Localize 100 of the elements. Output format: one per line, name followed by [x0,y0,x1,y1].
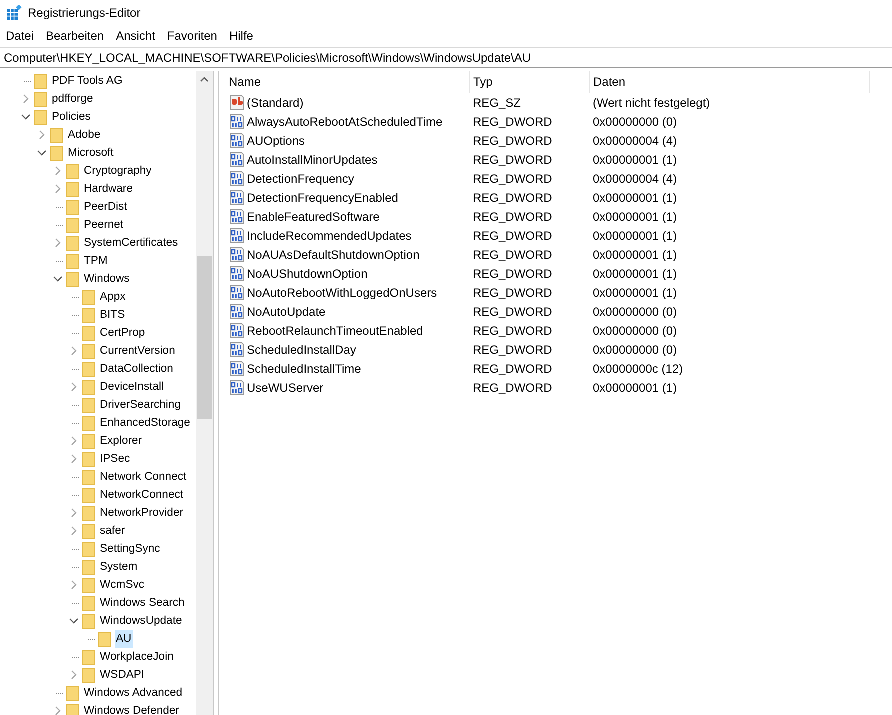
value-name[interactable]: DetectionFrequency [247,172,354,186]
expand-chevron-icon[interactable] [39,130,45,140]
tree-item[interactable]: Policies [51,108,92,126]
collapse-chevron-icon[interactable] [53,276,63,282]
value-data: 0x00000001 (1) [592,208,678,226]
tree-item[interactable]: PeerDist [83,198,128,216]
expand-chevron-icon[interactable] [71,670,77,680]
tree-item[interactable]: WSDAPI [99,666,146,684]
tree-item[interactable]: BITS [99,306,126,324]
tree-item[interactable]: TPM [83,252,109,270]
expand-chevron-icon[interactable] [23,94,29,104]
tree-item[interactable]: Hardware [83,180,134,198]
menu-item[interactable]: Ansicht [110,27,162,46]
tree-item[interactable]: Cryptography [83,162,153,180]
tree-item[interactable]: DeviceInstall [99,378,166,396]
value-name[interactable]: DetectionFrequencyEnabled [247,190,398,204]
column-header[interactable]: Typ [469,71,589,93]
tree-item[interactable]: Peernet [83,216,125,234]
tree-item[interactable]: SystemCertificates [83,234,180,252]
value-name[interactable]: AUOptions [247,134,306,148]
binary-value-icon [229,246,245,262]
tree-item[interactable]: Explorer [99,432,144,450]
menu-item[interactable]: Favoriten [161,27,224,46]
folder-icon [82,362,95,376]
tree-item[interactable]: Network Connect [99,468,188,486]
value-name[interactable]: EnableFeaturedSoftware [247,210,380,224]
tree-item[interactable]: AU [115,630,133,648]
value-name[interactable]: IncludeRecommendedUpdates [247,228,412,242]
window-title: Registrierungs-Editor [28,6,141,20]
binary-value-icon [229,132,245,148]
tree-item[interactable]: PDF Tools AG [51,72,124,90]
tree-item[interactable]: pdfforge [51,90,94,108]
tree-item[interactable]: Microsoft [67,144,115,162]
tree-connector [88,638,95,640]
tree-connector [56,206,63,208]
value-name[interactable]: NoAutoRebootWithLoggedOnUsers [247,286,438,300]
value-data: 0x00000000 (0) [592,114,678,130]
tree-item[interactable]: Adobe [67,126,102,144]
value-name[interactable]: ScheduledInstallDay [247,342,356,356]
menu-item[interactable]: Datei [0,27,40,46]
tree-item[interactable]: CurrentVersion [99,342,176,360]
value-data: 0x00000004 (4) [592,132,678,150]
scrollbar[interactable] [196,71,213,715]
expand-chevron-icon[interactable] [71,382,77,392]
tree-connector [56,260,63,262]
menu-item[interactable]: Hilfe [223,27,260,46]
collapse-chevron-icon[interactable] [37,150,47,156]
tree-item[interactable]: Appx [99,288,127,306]
tree-item[interactable]: NetworkConnect [99,486,185,504]
folder-icon [82,380,95,394]
tree-item[interactable]: safer [99,522,126,540]
value-name[interactable]: NoAutoUpdate [247,304,326,318]
value-name[interactable]: (Standard) [247,96,304,110]
value-name[interactable]: AutoInstallMinorUpdates [247,152,378,166]
folder-icon [66,704,79,715]
value-type: REG_DWORD [472,190,554,206]
column-header[interactable]: Name [225,71,469,93]
value-name[interactable]: NoAUShutdownOption [247,266,368,280]
scroll-up-icon[interactable] [200,77,209,82]
tree-item[interactable]: WorkplaceJoin [99,648,175,666]
value-name[interactable]: RebootRelaunchTimeoutEnabled [247,324,424,338]
binary-value-icon [229,208,245,224]
tree-item[interactable]: Windows Advanced [83,684,184,702]
tree-item[interactable]: DriverSearching [99,396,182,414]
expand-chevron-icon[interactable] [55,238,61,248]
value-name[interactable]: NoAUAsDefaultShutdownOption [247,248,420,262]
tree-item[interactable]: WindowsUpdate [99,612,184,630]
folder-icon [82,596,95,610]
folder-icon [82,452,95,466]
value-name[interactable]: AlwaysAutoRebootAtScheduledTime [247,114,443,128]
tree-item[interactable]: Windows Defender [83,702,180,715]
tree-item[interactable]: SettingSync [99,540,162,558]
tree-item[interactable]: Windows Search [99,594,186,612]
value-name[interactable]: ScheduledInstallTime [247,362,362,376]
expand-chevron-icon[interactable] [71,346,77,356]
tree-item[interactable]: IPSec [99,450,132,468]
expand-chevron-icon[interactable] [55,706,61,715]
collapse-chevron-icon[interactable] [69,618,79,624]
folder-icon [82,614,95,628]
value-type: REG_DWORD [472,246,554,264]
folder-icon [82,308,95,322]
tree-item[interactable]: WcmSvc [99,576,146,594]
collapse-chevron-icon[interactable] [21,114,31,120]
address-bar[interactable]: Computer\HKEY_LOCAL_MACHINE\SOFTWARE\Policies\Microsoft\Windows\WindowsUpdate\AU [0,47,892,68]
expand-chevron-icon[interactable] [71,580,77,590]
column-header[interactable]: Daten [589,71,869,93]
value-name[interactable]: UseWUServer [247,380,324,394]
tree-item[interactable]: DataCollection [99,360,174,378]
tree-item[interactable]: CertProp [99,324,146,342]
scrollbar-thumb[interactable] [197,256,212,419]
tree-item[interactable]: System [99,558,139,576]
value-data: 0x00000001 (1) [592,266,678,282]
menu-item[interactable]: Bearbeiten [40,27,110,46]
tree-item[interactable]: Windows [83,270,131,288]
tree-connector [72,296,79,298]
tree-item[interactable]: NetworkProvider [99,504,184,522]
value-type: REG_DWORD [472,170,554,188]
value-type: REG_DWORD [472,228,554,244]
tree-item[interactable]: EnhancedStorage [99,414,192,432]
value-type: REG_DWORD [472,152,554,168]
